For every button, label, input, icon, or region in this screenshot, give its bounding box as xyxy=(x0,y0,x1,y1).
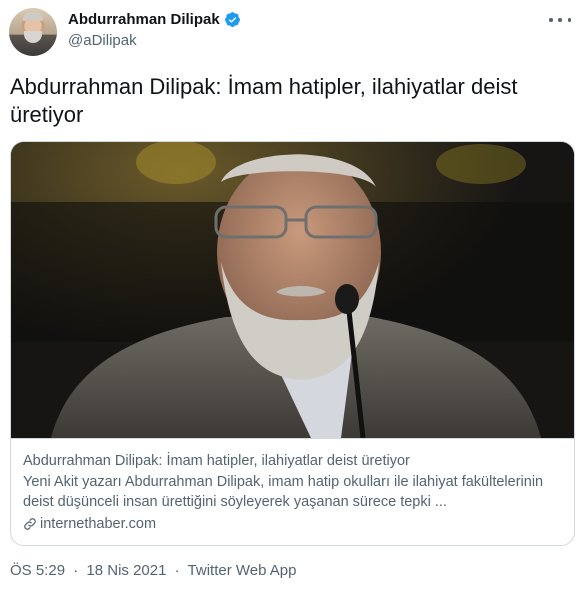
link-icon xyxy=(24,518,36,530)
card-domain-row: internethaber.com xyxy=(23,514,564,534)
card-photo xyxy=(11,142,574,438)
meta-separator: · xyxy=(73,562,79,579)
author-name-row[interactable]: Abdurrahman Dilipak xyxy=(68,11,241,28)
tweet-header: Abdurrahman Dilipak @aDilipak xyxy=(0,0,585,62)
card-description: Yeni Akit yazarı Abdurrahman Dilipak, im… xyxy=(23,474,544,510)
card-domain: internethaber.com xyxy=(40,516,157,532)
tweet-time[interactable]: ÖS 5:29 xyxy=(10,562,65,579)
author-handle[interactable]: @aDilipak xyxy=(68,32,137,49)
avatar-beard xyxy=(24,31,42,43)
display-name[interactable]: Abdurrahman Dilipak xyxy=(68,11,220,28)
tweet-metadata: ÖS 5:29 · 18 Nis 2021 · Twitter Web App xyxy=(10,562,296,579)
link-preview-card[interactable]: Abdurrahman Dilipak: İmam hatipler, ilah… xyxy=(10,141,575,546)
tweet-source[interactable]: Twitter Web App xyxy=(188,562,297,579)
card-image[interactable] xyxy=(11,142,574,438)
more-dot xyxy=(567,18,571,22)
more-dot xyxy=(549,18,553,22)
avatar-hair xyxy=(23,12,43,21)
verified-badge-icon xyxy=(224,12,240,27)
meta-separator: · xyxy=(174,562,180,579)
more-options-icon[interactable] xyxy=(549,12,571,28)
card-title: Abdurrahman Dilipak: İmam hatipler, ilah… xyxy=(23,453,410,469)
tweet-text: Abdurrahman Dilipak: İmam hatipler, ilah… xyxy=(10,74,518,127)
tweet-date[interactable]: 18 Nis 2021 xyxy=(86,562,166,579)
card-info[interactable]: Abdurrahman Dilipak: İmam hatipler, ilah… xyxy=(11,438,574,545)
avatar[interactable] xyxy=(9,8,57,56)
more-dot xyxy=(558,18,562,22)
